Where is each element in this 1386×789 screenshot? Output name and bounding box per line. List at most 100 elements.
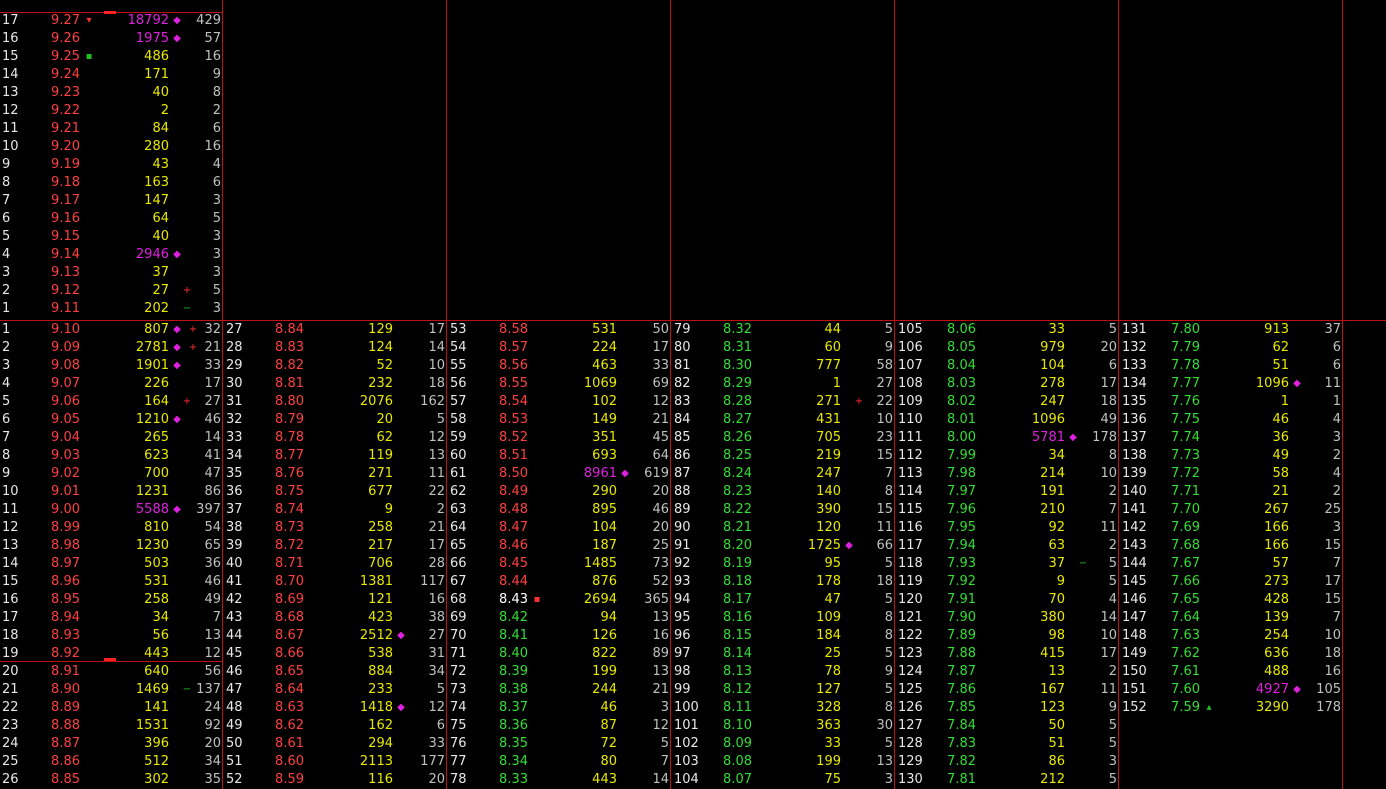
price-level-row: 127 7.84 50 5 bbox=[896, 717, 1120, 735]
trade-count: 2 bbox=[1108, 484, 1117, 499]
trade-count: 56 bbox=[204, 664, 221, 679]
price-level-row: 25 8.86 512 34 bbox=[0, 753, 224, 771]
price-level-row: 147 7.64 139 7 bbox=[1120, 609, 1344, 627]
volume-value: 214 bbox=[1040, 466, 1065, 481]
price-value: 7.77 bbox=[1171, 376, 1200, 391]
price-value: 8.37 bbox=[499, 700, 528, 715]
price-level-row: 69 8.42 94 13 bbox=[448, 609, 672, 627]
volume-value: 164 bbox=[144, 394, 169, 409]
price-value: 8.54 bbox=[499, 394, 528, 409]
price-level-row: 151 7.60 4927 ◆ 105 bbox=[1120, 681, 1344, 699]
volume-value: 271 bbox=[368, 466, 393, 481]
row-index: 36 bbox=[226, 484, 243, 499]
trade-count: 28 bbox=[428, 556, 445, 571]
price-level-row: 16 9.26 1975 ◆ 57 bbox=[0, 30, 224, 48]
price-level-row: 26 8.85 302 35 bbox=[0, 771, 224, 789]
trade-count: 619 bbox=[644, 466, 669, 481]
volume-value: 531 bbox=[592, 322, 617, 337]
trade-count: 6 bbox=[1108, 358, 1117, 373]
trade-count: 12 bbox=[652, 718, 669, 733]
price-value: 8.87 bbox=[51, 736, 80, 751]
price-value: 8.15 bbox=[723, 628, 752, 643]
price-level-row: 62 8.49 290 20 bbox=[448, 483, 672, 501]
price-value: 8.41 bbox=[499, 628, 528, 643]
row-index: 54 bbox=[450, 340, 467, 355]
volume-value: 75 bbox=[824, 772, 841, 787]
trade-count: 24 bbox=[204, 700, 221, 715]
volume-value: 64 bbox=[152, 211, 169, 226]
volume-value: 33 bbox=[1048, 322, 1065, 337]
volume-value: 636 bbox=[1264, 646, 1289, 661]
price-level-row: 47 8.64 233 5 bbox=[224, 681, 448, 699]
trade-count: 2 bbox=[1108, 538, 1117, 553]
trade-count: 20 bbox=[1100, 340, 1117, 355]
price-value: 8.46 bbox=[499, 538, 528, 553]
price-level-row: 14 8.97 503 36 bbox=[0, 555, 224, 573]
price-value: 9.09 bbox=[51, 340, 80, 355]
row-index: 15 bbox=[2, 49, 19, 64]
row-index: 37 bbox=[226, 502, 243, 517]
row-index: 55 bbox=[450, 358, 467, 373]
volume-value: 267 bbox=[1264, 502, 1289, 517]
price-value: 8.59 bbox=[275, 772, 304, 787]
trade-count: 3 bbox=[1332, 520, 1341, 535]
row-index: 86 bbox=[674, 448, 691, 463]
volume-value: 129 bbox=[368, 322, 393, 337]
price-level-row: 21 8.90 1469−137 bbox=[0, 681, 224, 699]
price-value: 8.91 bbox=[51, 664, 80, 679]
price-level-row: 90 8.21 120 11 bbox=[672, 519, 896, 537]
trade-count: 5 bbox=[1108, 718, 1117, 733]
price-level-row: 5 9.15 40 3 bbox=[0, 228, 224, 246]
trade-count: 13 bbox=[428, 448, 445, 463]
price-value: 8.81 bbox=[275, 376, 304, 391]
row-index: 88 bbox=[674, 484, 691, 499]
row-index: 91 bbox=[674, 538, 691, 553]
price-level-row: 14 9.24 171 9 bbox=[0, 66, 224, 84]
trade-count: 5 bbox=[884, 322, 893, 337]
volume-value: 98 bbox=[1048, 628, 1065, 643]
price-level-row: 6 9.16 64 5 bbox=[0, 210, 224, 228]
price-value: 9.08 bbox=[51, 358, 80, 373]
volume-value: 47 bbox=[824, 592, 841, 607]
price-level-row: 13 9.23 40 8 bbox=[0, 84, 224, 102]
price-level-row: 41 8.70 1381 117 bbox=[224, 573, 448, 591]
row-index: 49 bbox=[226, 718, 243, 733]
price-level-row: 29 8.82 52 10 bbox=[224, 357, 448, 375]
volume-value: 44 bbox=[824, 322, 841, 337]
trade-count: 8 bbox=[212, 85, 221, 100]
price-value: 8.38 bbox=[499, 682, 528, 697]
volume-value: 94 bbox=[600, 610, 617, 625]
price-value: 9.00 bbox=[51, 502, 80, 517]
volume-value: 2076 bbox=[359, 394, 393, 409]
row-index: 67 bbox=[450, 574, 467, 589]
price-level-row: 140 7.71 21 2 bbox=[1120, 483, 1344, 501]
row-index: 69 bbox=[450, 610, 467, 625]
trade-count: 52 bbox=[652, 574, 669, 589]
volume-value: 226 bbox=[144, 376, 169, 391]
price-value: 7.98 bbox=[947, 466, 976, 481]
price-level-row: 17 8.94 34 7 bbox=[0, 609, 224, 627]
price-level-row: 111 8.00 5781 ◆ 178 bbox=[896, 429, 1120, 447]
volume-value: 199 bbox=[816, 754, 841, 769]
price-value: 7.86 bbox=[947, 682, 976, 697]
row-index: 12 bbox=[2, 520, 19, 535]
volume-value: 390 bbox=[816, 502, 841, 517]
price-value: 9.19 bbox=[51, 157, 80, 172]
price-value: 7.64 bbox=[1171, 610, 1200, 625]
volume-value: 119 bbox=[368, 448, 393, 463]
trade-count: 3 bbox=[212, 229, 221, 244]
trade-count: 14 bbox=[204, 430, 221, 445]
price-level-row: 143 7.68 166 15 bbox=[1120, 537, 1344, 555]
trade-count: 20 bbox=[428, 772, 445, 787]
trade-count: 8 bbox=[884, 700, 893, 715]
price-value: 7.62 bbox=[1171, 646, 1200, 661]
price-level-row: 89 8.22 390 15 bbox=[672, 501, 896, 519]
trade-count: 31 bbox=[428, 646, 445, 661]
price-level-row: 115 7.96 210 7 bbox=[896, 501, 1120, 519]
trade-count: 10 bbox=[1324, 628, 1341, 643]
volume-value: 224 bbox=[592, 340, 617, 355]
price-level-row: 145 7.66 273 17 bbox=[1120, 573, 1344, 591]
price-level-row: 13 8.98 1230 65 bbox=[0, 537, 224, 555]
price-level-row: 23 8.88 1531 92 bbox=[0, 717, 224, 735]
price-level-row: 57 8.54 102 12 bbox=[448, 393, 672, 411]
